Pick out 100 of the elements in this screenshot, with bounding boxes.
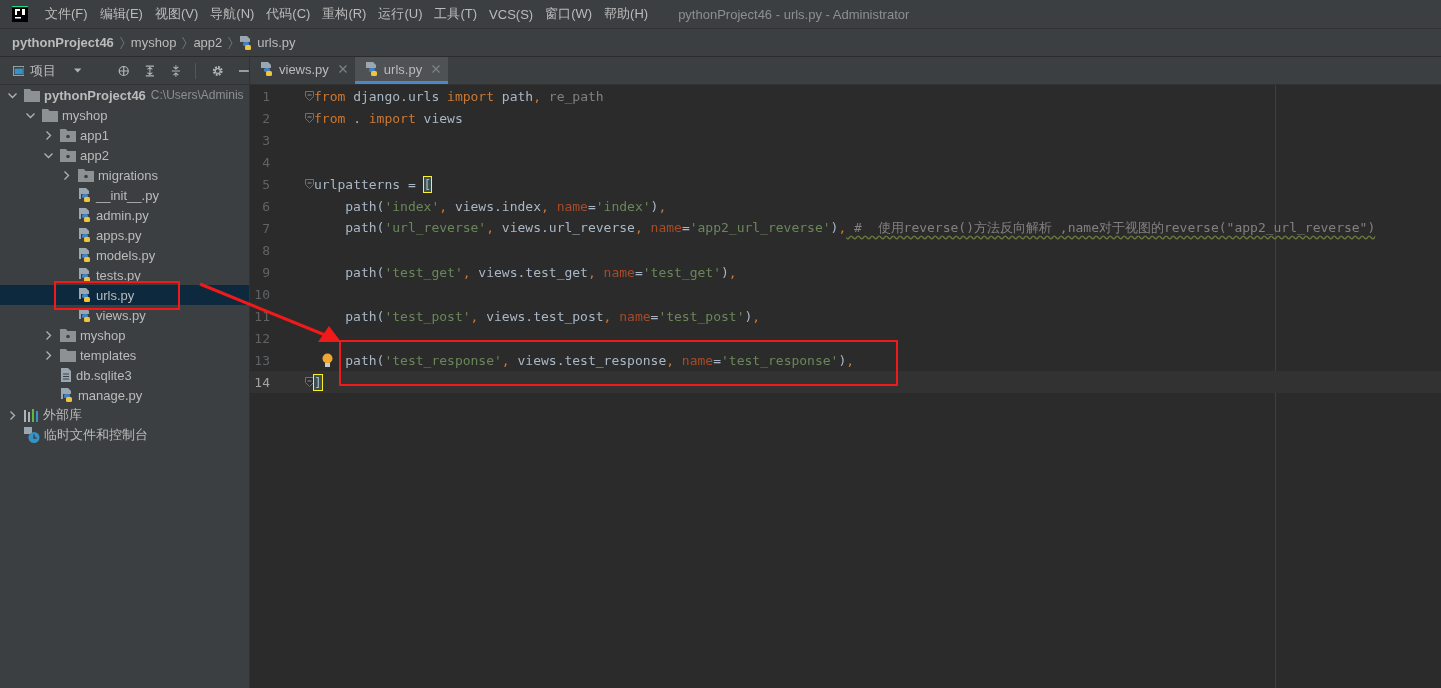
tree-item[interactable]: views.py	[96, 307, 146, 323]
caret-icon[interactable]	[74, 68, 82, 73]
collapsed-chevron-icon[interactable]	[44, 350, 53, 360]
fold-marker-icon[interactable]	[304, 91, 314, 101]
path-hint: C:\Users\Adminis	[150, 88, 244, 102]
collapsed-chevron-icon[interactable]	[44, 330, 53, 340]
expanded-chevron-icon[interactable]	[8, 90, 17, 100]
line-number: 13	[253, 352, 270, 368]
tree-item[interactable]: models.py	[96, 247, 156, 263]
tree-item[interactable]: app1	[80, 127, 109, 143]
line-number: 4	[261, 154, 270, 170]
python-file-icon	[239, 34, 254, 51]
line-number: 3	[261, 132, 270, 148]
menu-item[interactable]: 视图(V)	[154, 5, 199, 23]
tree-item[interactable]: myshop	[62, 107, 108, 123]
breadcrumb-item[interactable]: pythonProject46	[12, 35, 114, 50]
chevron-icon	[182, 35, 188, 50]
menu-item[interactable]: 运行(U)	[378, 5, 423, 23]
collapsed-chevron-icon[interactable]	[62, 170, 71, 180]
line-number: 7	[261, 220, 270, 236]
collapsed-chevron-icon[interactable]	[44, 130, 53, 140]
tree-item[interactable]: templates	[80, 347, 137, 363]
python-file-icon	[78, 287, 92, 303]
window-title: pythonProject46 - urls.py - Administrator	[678, 6, 910, 22]
python-file-icon	[78, 267, 92, 283]
settings-icon[interactable]	[211, 63, 224, 78]
close-icon[interactable]	[338, 65, 347, 73]
python-file-icon	[60, 387, 74, 403]
tree-item[interactable]: urls.py	[96, 287, 135, 303]
tree-item[interactable]: migrations	[98, 167, 158, 183]
menu-item[interactable]: 帮助(H)	[604, 5, 649, 23]
editor-tab[interactable]: urls.py	[354, 57, 449, 84]
code-line: from . import views	[314, 110, 463, 126]
code-line: from django.urls import path, re_path	[314, 88, 604, 104]
fold-marker-icon[interactable]	[304, 113, 314, 123]
code-line: path('test_response', views.test_response, name='test_response'),	[345, 352, 855, 368]
tree-item[interactable]: tests.py	[96, 267, 141, 283]
folder-icon	[60, 348, 76, 362]
minimize-icon[interactable]	[239, 69, 249, 72]
breadcrumb-item[interactable]: myshop	[130, 35, 177, 50]
menu-item[interactable]: 导航(N)	[210, 5, 255, 23]
expand-all-icon[interactable]	[145, 63, 156, 78]
editor-tab[interactable]: views.py	[250, 57, 355, 84]
tree-item[interactable]: pythonProject46	[44, 87, 146, 103]
tree-item[interactable]: 临时文件和控制台	[44, 426, 148, 444]
scratch-file-icon	[24, 427, 40, 443]
line-number: 12	[253, 330, 270, 346]
library-bars-icon	[24, 408, 39, 422]
line-number: 6	[261, 198, 270, 214]
menu-item[interactable]: 窗口(W)	[545, 5, 593, 23]
code-line: path('index', views.index, name='index'),	[345, 198, 667, 214]
line-number: 1	[261, 88, 270, 104]
code-line: urlpatterns = [	[314, 176, 432, 192]
tree-item[interactable]: manage.py	[78, 387, 143, 403]
code-line: path('url_reverse', views.url_reverse, name='app2_url_reverse'), # 使用reverse()方法反向解析 ,name对于视图的reverse("app2_url_reverse")	[345, 219, 1376, 237]
menu-item[interactable]: 重构(R)	[322, 5, 367, 23]
tree-item[interactable]: db.sqlite3	[76, 367, 132, 383]
expanded-chevron-icon[interactable]	[26, 110, 35, 120]
package-folder-icon	[60, 148, 76, 162]
fold-marker-icon[interactable]	[304, 179, 314, 189]
menu-item[interactable]: VCS(S)	[489, 6, 534, 22]
tree-item[interactable]: __init__.py	[96, 187, 159, 203]
tree-item[interactable]: app2	[80, 147, 109, 163]
breadcrumb-item[interactable]: urls.py	[257, 35, 296, 50]
line-number: 8	[261, 242, 270, 258]
collapsed-chevron-icon[interactable]	[8, 410, 17, 420]
locate-icon[interactable]	[117, 63, 130, 78]
chevron-icon	[228, 35, 234, 50]
python-file-icon	[78, 227, 92, 243]
line-number: 14	[253, 374, 270, 390]
line-number: 9	[261, 264, 270, 280]
folder-icon	[42, 108, 58, 122]
code-line: path('test_post', views.test_post, name='test_post'),	[345, 308, 761, 324]
line-number: 11	[253, 308, 270, 324]
python-file-icon	[78, 307, 92, 323]
tree-item[interactable]: 外部库	[43, 406, 82, 424]
panel-title[interactable]: 项目	[30, 61, 57, 80]
python-file-icon	[78, 207, 92, 223]
tree-item[interactable]: admin.py	[96, 207, 149, 223]
menu-item[interactable]: 编辑(E)	[99, 5, 143, 23]
collapse-all-icon[interactable]	[171, 63, 181, 78]
expanded-chevron-icon[interactable]	[44, 150, 53, 160]
folder-icon	[24, 88, 40, 102]
chevron-icon	[119, 35, 125, 50]
python-file-icon	[364, 61, 379, 77]
tree-item[interactable]: apps.py	[96, 227, 142, 243]
menu-item[interactable]: 文件(F)	[45, 5, 88, 23]
python-file-icon	[78, 187, 92, 203]
package-folder-icon	[60, 328, 76, 342]
panel-view-icon	[13, 64, 25, 77]
breadcrumb-item[interactable]: app2	[193, 35, 223, 50]
menu-item[interactable]: 代码(C)	[266, 5, 311, 23]
line-number: 5	[261, 176, 270, 192]
text-file-icon	[60, 367, 72, 383]
line-number: 2	[261, 110, 270, 126]
package-folder-icon	[78, 168, 94, 182]
lightbulb-icon[interactable]	[322, 353, 333, 368]
menu-item[interactable]: 工具(T)	[434, 5, 478, 23]
python-file-icon	[260, 61, 274, 77]
tree-item[interactable]: myshop	[80, 327, 126, 343]
